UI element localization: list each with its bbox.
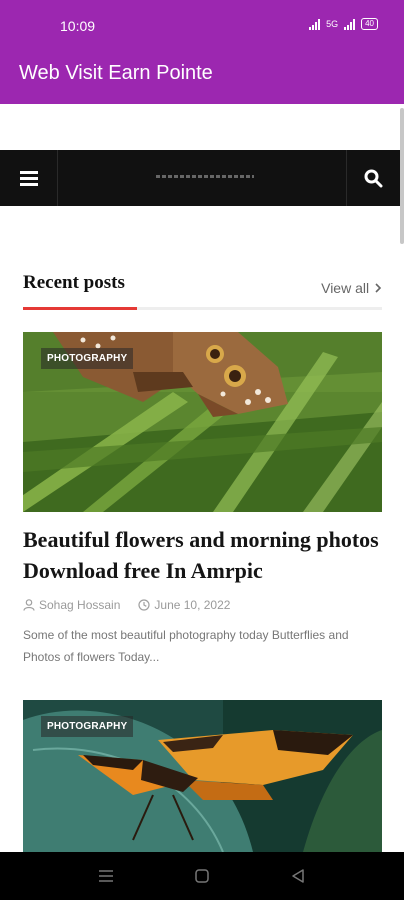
post-date: June 10, 2022 (154, 598, 231, 612)
search-icon (364, 169, 383, 187)
clock-icon (138, 599, 150, 611)
back-icon (292, 869, 304, 883)
search-button[interactable] (346, 150, 400, 206)
scrollbar[interactable] (400, 108, 404, 244)
post-title[interactable]: Beautiful flowers and morning photos Dow… (23, 524, 383, 586)
recents-button[interactable] (96, 866, 116, 886)
home-icon (195, 869, 209, 883)
webview[interactable]: Recent posts View all PHOTOGRAPHY Beauti… (0, 104, 404, 852)
back-button[interactable] (288, 866, 308, 886)
menu-button[interactable] (0, 150, 58, 206)
view-all-label: View all (321, 280, 370, 296)
view-all-link[interactable]: View all (321, 280, 382, 296)
system-nav-bar (0, 852, 404, 900)
site-logo[interactable] (156, 175, 254, 178)
network-label: 5G (326, 19, 339, 29)
post-author[interactable]: Sohag Hossain (39, 598, 120, 612)
status-icons: 5G 40 (309, 18, 378, 30)
post-image[interactable]: PHOTOGRAPHY (23, 332, 382, 512)
category-badge[interactable]: PHOTOGRAPHY (41, 348, 134, 369)
signal-icon (309, 18, 321, 30)
battery-icon: 40 (361, 18, 378, 30)
category-badge-2[interactable]: PHOTOGRAPHY (41, 716, 134, 737)
hamburger-icon (19, 170, 38, 186)
section-accent-bar (23, 307, 137, 310)
post-excerpt: Some of the most beautiful photography t… (23, 628, 349, 664)
site-header (0, 150, 400, 206)
section-header: Recent posts View all (23, 270, 382, 310)
home-button[interactable] (192, 866, 212, 886)
status-time: 10:09 (60, 18, 96, 34)
post-image-2[interactable]: PHOTOGRAPHY (23, 700, 382, 852)
app-bar: Web Visit Earn Pointe (0, 50, 404, 104)
post-meta: Sohag Hossain June 10, 2022 (23, 598, 230, 612)
chevron-right-icon (375, 283, 382, 293)
section-title: Recent posts (23, 272, 125, 293)
recents-icon (99, 870, 113, 882)
user-icon (23, 599, 35, 611)
status-bar: 10:09 5G 40 (0, 0, 404, 50)
signal-icon-2 (344, 18, 356, 30)
app-title: Web Visit Earn Pointe (19, 62, 213, 84)
